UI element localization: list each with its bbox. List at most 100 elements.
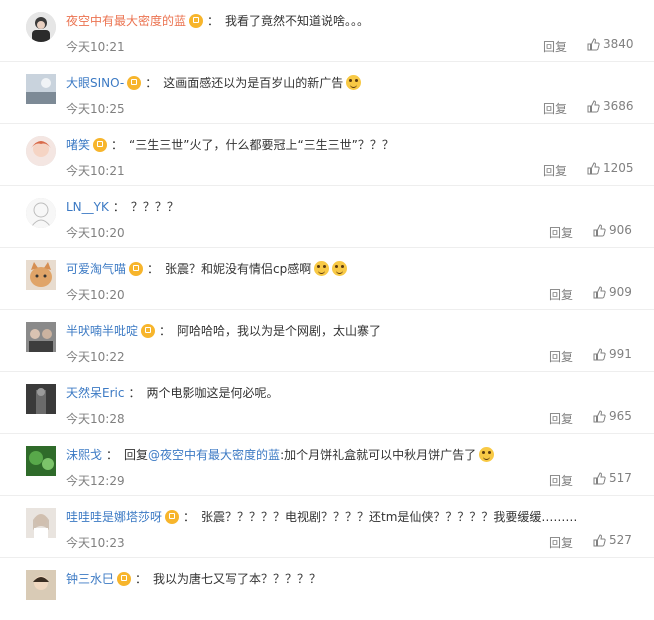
- thumbs-up-icon: [587, 38, 600, 51]
- comment-text: 两个电影咖这是何必呢。: [146, 386, 279, 400]
- colon: ：: [145, 76, 158, 90]
- username-link[interactable]: 沫熙戈: [66, 448, 102, 462]
- comment-text: 我以为唐七又写了本？？？？？: [153, 572, 322, 586]
- like-button[interactable]: 906: [593, 223, 632, 237]
- comment-time: 今天10:20: [66, 226, 125, 240]
- like-count: 1205: [603, 161, 634, 175]
- vip-badge-icon: [165, 510, 180, 524]
- comment-text: 我看了竟然不知道说啥。。。: [225, 14, 370, 28]
- avatar[interactable]: [26, 446, 56, 476]
- avatar[interactable]: [26, 260, 56, 290]
- username-link[interactable]: 天然呆Eric: [66, 386, 124, 400]
- comment-text: 这画面感还以为是百岁山的新广告: [163, 76, 344, 90]
- username-link[interactable]: 半吠喃半吡啶: [66, 324, 138, 338]
- tears-emoji-icon: [332, 261, 348, 276]
- like-count: 517: [609, 471, 632, 485]
- like-count: 527: [609, 533, 632, 547]
- like-button[interactable]: 517: [593, 471, 632, 485]
- like-button[interactable]: 3686: [587, 99, 634, 113]
- tears-emoji-icon: [314, 261, 330, 276]
- vip-badge-icon: [117, 572, 132, 586]
- comment-text: “三生三世”火了，什么都要冠上“三生三世”？？？: [129, 138, 394, 152]
- mention-link[interactable]: @夜空中有最大密度的蓝: [148, 448, 280, 462]
- like-count: 3686: [603, 99, 634, 113]
- thumbs-up-icon: [593, 472, 606, 485]
- like-count: 3840: [603, 37, 634, 51]
- avatar[interactable]: [26, 384, 56, 414]
- comment-item: 哇哇哇是娜塔莎呀 ： 张震？？？？？电视剧？？？？还tm是仙侠？？？？？我要缓缓………: [0, 496, 654, 558]
- reply-prefix: 回复: [124, 448, 149, 462]
- comment-text: :加个月饼礼盒就可以中秋月饼广告了: [280, 448, 477, 462]
- comment-item: LN__YK： ？？？？ 今天10:20 回复 906: [0, 186, 654, 248]
- vip-badge-icon: [93, 138, 108, 152]
- like-button[interactable]: 527: [593, 533, 632, 547]
- avatar[interactable]: [26, 322, 56, 352]
- reply-button[interactable]: 回复: [549, 224, 573, 241]
- vip-badge-icon: [189, 14, 204, 28]
- thumbs-up-icon: [593, 410, 606, 423]
- username-link[interactable]: 啫笑: [66, 138, 90, 152]
- reply-button[interactable]: 回复: [549, 410, 573, 427]
- like-count: 991: [609, 347, 632, 361]
- like-button[interactable]: 3840: [587, 37, 634, 51]
- thumbs-up-icon: [593, 286, 606, 299]
- reply-button[interactable]: 回复: [543, 100, 567, 117]
- colon: ：: [128, 386, 141, 400]
- reply-button[interactable]: 回复: [549, 534, 573, 551]
- comment-text: 阿哈哈哈，我以为是个网剧，太山寨了: [177, 324, 382, 338]
- comment-time: 今天10:23: [66, 536, 125, 550]
- comment-time: 今天10:21: [66, 164, 125, 178]
- comment-text: 张震？和妮没有情侣cp感啊: [165, 262, 312, 276]
- comment-list: 夜空中有最大密度的蓝 ： 我看了竟然不知道说啥。。。 今天10:21 回复 3840…: [0, 0, 654, 620]
- thumbs-up-icon: [593, 224, 606, 237]
- reply-button[interactable]: 回复: [549, 472, 573, 489]
- like-count: 909: [609, 285, 632, 299]
- thumbs-up-icon: [593, 534, 606, 547]
- comment-item: 夜空中有最大密度的蓝 ： 我看了竟然不知道说啥。。。 今天10:21 回复 3840: [0, 0, 654, 62]
- username-link[interactable]: 可爱淘气喵: [66, 262, 126, 276]
- username-link[interactable]: 大眼SINO-: [66, 76, 124, 90]
- username-link[interactable]: 钟三水巳: [66, 572, 114, 586]
- vip-badge-icon: [127, 76, 142, 90]
- reply-button[interactable]: 回复: [549, 286, 573, 303]
- reply-button[interactable]: 回复: [549, 348, 573, 365]
- comment-time: 今天10:20: [66, 288, 125, 302]
- avatar[interactable]: [26, 570, 56, 600]
- avatar[interactable]: [26, 74, 56, 104]
- comment-item: 可爱淘气喵 ： 张震？和妮没有情侣cp感啊 今天10:20 回复 909: [0, 248, 654, 310]
- reply-button[interactable]: 回复: [543, 38, 567, 55]
- colon: ：: [106, 448, 119, 462]
- comment-text: 张震？？？？？电视剧？？？？还tm是仙侠？？？？？我要缓缓………: [201, 510, 578, 524]
- comment-time: 今天10:28: [66, 412, 125, 426]
- username-link[interactable]: 哇哇哇是娜塔莎呀: [66, 510, 162, 524]
- colon: ：: [147, 262, 160, 276]
- colon: ：: [112, 200, 125, 214]
- username-link[interactable]: 夜空中有最大密度的蓝: [66, 14, 186, 28]
- username-link[interactable]: LN__YK: [66, 200, 109, 214]
- avatar[interactable]: [26, 508, 56, 538]
- comment-time: 今天10:22: [66, 350, 125, 364]
- like-button[interactable]: 965: [593, 409, 632, 423]
- vip-badge-icon: [129, 262, 144, 276]
- comment-item: 沫熙戈：回复@夜空中有最大密度的蓝:加个月饼礼盒就可以中秋月饼广告了 今天12:…: [0, 434, 654, 496]
- like-button[interactable]: 1205: [587, 161, 634, 175]
- comment-time: 今天10:25: [66, 102, 125, 116]
- comment-item: 大眼SINO- ： 这画面感还以为是百岁山的新广告 今天10:25 回复 3686: [0, 62, 654, 124]
- colon: ：: [183, 510, 196, 524]
- avatar[interactable]: [26, 12, 56, 42]
- like-count: 906: [609, 223, 632, 237]
- colon: ：: [159, 324, 172, 338]
- avatar[interactable]: [26, 136, 56, 166]
- like-button[interactable]: 991: [593, 347, 632, 361]
- reply-button[interactable]: 回复: [543, 162, 567, 179]
- like-button[interactable]: 909: [593, 285, 632, 299]
- comment-time: 今天10:21: [66, 40, 125, 54]
- like-count: 965: [609, 409, 632, 423]
- comment-time: 今天12:29: [66, 474, 125, 488]
- doge-emoji-icon: [479, 447, 495, 462]
- comment-item: 钟三水巳 ： 我以为唐七又写了本？？？？？: [0, 558, 654, 620]
- avatar[interactable]: [26, 198, 56, 228]
- colon: ：: [207, 14, 220, 28]
- comment-item: 半吠喃半吡啶 ： 阿哈哈哈，我以为是个网剧，太山寨了 今天10:22 回复 991: [0, 310, 654, 372]
- thumbs-up-icon: [587, 162, 600, 175]
